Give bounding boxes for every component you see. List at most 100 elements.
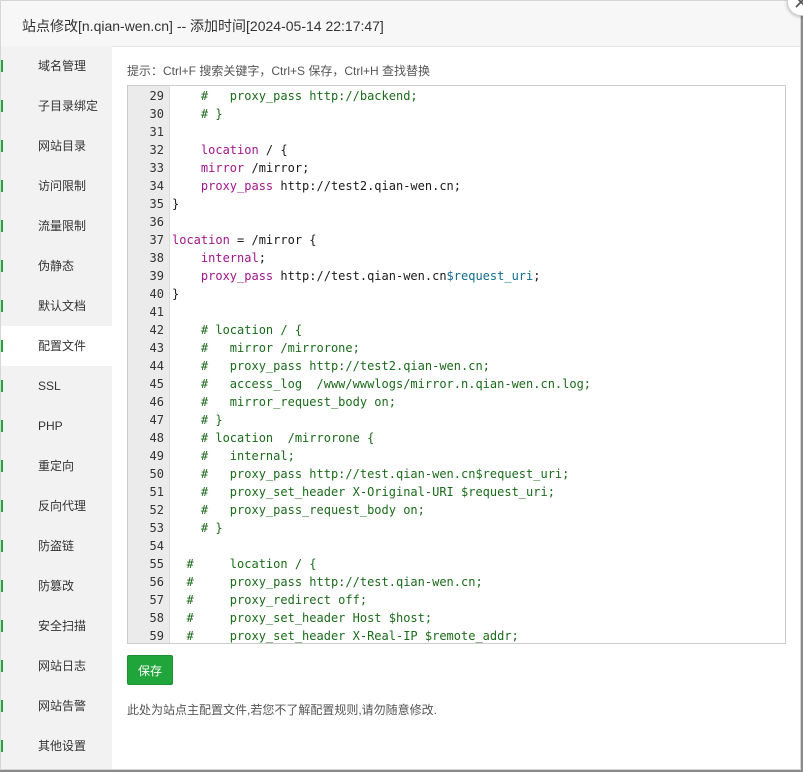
sidebar-item-label: 防篡改 <box>38 579 75 593</box>
code-line: 41 <box>128 303 785 321</box>
sidebar-item-marker <box>1 580 3 592</box>
sidebar-item[interactable]: 网站日志 <box>1 646 112 686</box>
sidebar-item[interactable]: 伪静态 <box>1 246 112 286</box>
code-line: 49 # internal; <box>128 447 785 465</box>
line-number: 53 <box>149 521 164 535</box>
sidebar-item-marker <box>1 180 3 192</box>
line-number: 55 <box>149 557 164 571</box>
sidebar-item-label: 域名管理 <box>38 59 87 73</box>
code-text: # location / { <box>186 557 317 571</box>
sidebar-item-label: PHP <box>38 419 63 433</box>
line-number: 57 <box>149 593 164 607</box>
sidebar-item-marker <box>1 700 3 712</box>
sidebar-item[interactable]: 反向代理 <box>1 486 112 526</box>
sidebar-item[interactable]: 流量限制 <box>1 206 112 246</box>
code-line: 42 # location / { <box>128 321 785 339</box>
sidebar-item-label: 安全扫描 <box>38 619 87 633</box>
code-text: location / { <box>200 143 288 157</box>
code-line: 29 # proxy_pass http://backend; <box>128 87 785 105</box>
line-number: 43 <box>149 341 164 355</box>
sidebar-item[interactable]: 域名管理 <box>1 46 112 86</box>
sidebar-item[interactable]: 其他设置 <box>1 726 112 766</box>
settings-sidebar: 域名管理子目录绑定 网站目录访问限制流量限制 伪静态 默认文档 配置文件 SSL PHP 重定… <box>1 46 112 769</box>
line-number: 37 <box>149 233 164 247</box>
code-line: 52 # proxy_pass_request_body on; <box>128 501 785 519</box>
code-text: } <box>172 287 180 301</box>
sidebar-item[interactable]: 安全扫描 <box>1 606 112 646</box>
sidebar-item[interactable]: 配置文件 <box>1 326 112 366</box>
sidebar-item-marker <box>1 380 3 392</box>
code-line: 54 <box>128 537 785 555</box>
code-text: # proxy_pass_request_body on; <box>200 503 425 517</box>
line-number: 31 <box>149 125 164 139</box>
sidebar-item-marker <box>1 260 3 272</box>
code-text: # proxy_set_header X-Real-IP $remote_add… <box>186 629 519 643</box>
line-number: 34 <box>149 179 164 193</box>
code-text: # location /mirrorone { <box>200 431 375 445</box>
sidebar-item-marker <box>1 620 3 632</box>
code-text: internal; <box>200 251 266 265</box>
code-line: 33 mirror /mirror; <box>128 159 785 177</box>
code-text: # mirror /mirrorone; <box>200 341 360 355</box>
code-line: 38 internal; <box>128 249 785 267</box>
code-line: 57 # proxy_redirect off; <box>128 591 785 609</box>
sidebar-item-label: 网站告警 <box>38 699 87 713</box>
code-text: # mirror_request_body on; <box>200 395 396 409</box>
dialog-header: 站点修改[n.qian-wen.cn] -- 添加时间[2024-05-14 2… <box>1 1 800 47</box>
sidebar-item[interactable]: 访问限制 <box>1 166 112 206</box>
line-number: 54 <box>149 539 164 553</box>
sidebar-item-marker <box>1 420 3 432</box>
code-text: proxy_pass http://test.qian-wen.cn$reque… <box>200 269 541 283</box>
sidebar-item[interactable]: 子目录绑定 <box>1 86 112 126</box>
sidebar-item-label: SSL <box>38 379 61 393</box>
code-text: proxy_pass http://test2.qian-wen.cn; <box>200 179 461 193</box>
code-line: 56 # proxy_pass http://test.qian-wen.cn; <box>128 573 785 591</box>
line-number: 38 <box>149 251 164 265</box>
line-number: 42 <box>149 323 164 337</box>
code-line: 53 # } <box>128 519 785 537</box>
sidebar-item-label: 访问限制 <box>38 179 87 193</box>
code-line: 35} <box>128 195 785 213</box>
sidebar-item-marker <box>1 220 3 232</box>
code-text: # proxy_pass http://test2.qian-wen.cn; <box>200 359 490 373</box>
code-editor[interactable]: 29 # proxy_pass http://backend; 30 # } 31 3… <box>127 85 786 644</box>
line-number: 59 <box>149 629 164 643</box>
line-number: 41 <box>149 305 164 319</box>
code-line: 51 # proxy_set_header X-Original-URI $re… <box>128 483 785 501</box>
line-number: 58 <box>149 611 164 625</box>
sidebar-item-label: 反向代理 <box>38 499 87 513</box>
sidebar-item[interactable]: 防盗链 <box>1 526 112 566</box>
sidebar-item-label: 防盗链 <box>38 539 75 553</box>
save-button[interactable]: 保存 <box>127 655 173 685</box>
code-lines: 29 # proxy_pass http://backend; 30 # } 31 3… <box>128 87 785 643</box>
line-number: 50 <box>149 467 164 481</box>
code-line: 59 # proxy_set_header X-Real-IP $remote_… <box>128 627 785 643</box>
line-number: 32 <box>149 143 164 157</box>
config-warning-note: 此处为站点主配置文件,若您不了解配置规则,请勿随意修改. <box>127 703 438 717</box>
line-number: 35 <box>149 197 164 211</box>
sidebar-item-marker <box>1 60 3 72</box>
code-line: 39 proxy_pass http://test.qian-wen.cn$re… <box>128 267 785 285</box>
code-line: 58 # proxy_set_header Host $host; <box>128 609 785 627</box>
sidebar-item-marker <box>1 300 3 312</box>
dialog-title: 站点修改[n.qian-wen.cn] -- 添加时间[2024-05-14 2… <box>22 18 384 34</box>
line-number: 48 <box>149 431 164 445</box>
code-line: 31 <box>128 123 785 141</box>
line-number: 51 <box>149 485 164 499</box>
sidebar-item-label: 网站日志 <box>38 659 87 673</box>
line-number: 30 <box>149 107 164 121</box>
sidebar-item[interactable]: 网站目录 <box>1 126 112 166</box>
sidebar-item[interactable]: SSL <box>1 366 112 406</box>
code-line: 45 # access_log /www/wwwlogs/mirror.n.qi… <box>128 375 785 393</box>
line-number: 33 <box>149 161 164 175</box>
sidebar-item[interactable]: 网站告警 <box>1 686 112 726</box>
line-number: 44 <box>149 359 164 373</box>
code-line: 50 # proxy_pass http://test.qian-wen.cn$… <box>128 465 785 483</box>
code-text: # proxy_pass http://backend; <box>200 89 418 103</box>
sidebar-item[interactable]: 重定向 <box>1 446 112 486</box>
sidebar-item[interactable]: PHP <box>1 406 112 446</box>
sidebar-item[interactable]: 默认文档 <box>1 286 112 326</box>
sidebar-item[interactable]: 防篡改 <box>1 566 112 606</box>
line-number: 40 <box>149 287 164 301</box>
sidebar-item-marker <box>1 660 3 672</box>
